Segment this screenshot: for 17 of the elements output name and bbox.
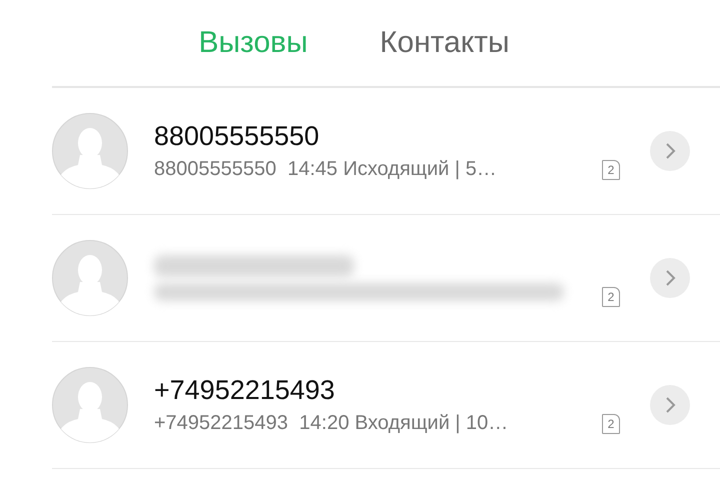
caller-number: +74952215493 [154,375,336,406]
caller-number: 88005555550 [154,121,320,152]
call-details: +74952215493 14:20 Входящий | 10… [154,412,510,435]
avatar-icon [52,240,128,316]
details-button[interactable] [650,385,690,425]
chevron-icon [664,396,676,414]
details-button[interactable] [650,258,690,298]
sim-badge: 2 [602,160,620,180]
avatar-icon [52,113,128,189]
tab[interactable]: Контакты [380,26,510,60]
details-button[interactable] [650,131,690,171]
avatar-icon [52,367,128,443]
sim-badge: 2 [602,414,620,434]
sim-badge: 2 [602,287,620,307]
chevron-icon [664,142,676,160]
call-details: 88005555550 14:45 Исходящий | 5… [154,158,498,181]
chevron-icon [664,269,676,287]
